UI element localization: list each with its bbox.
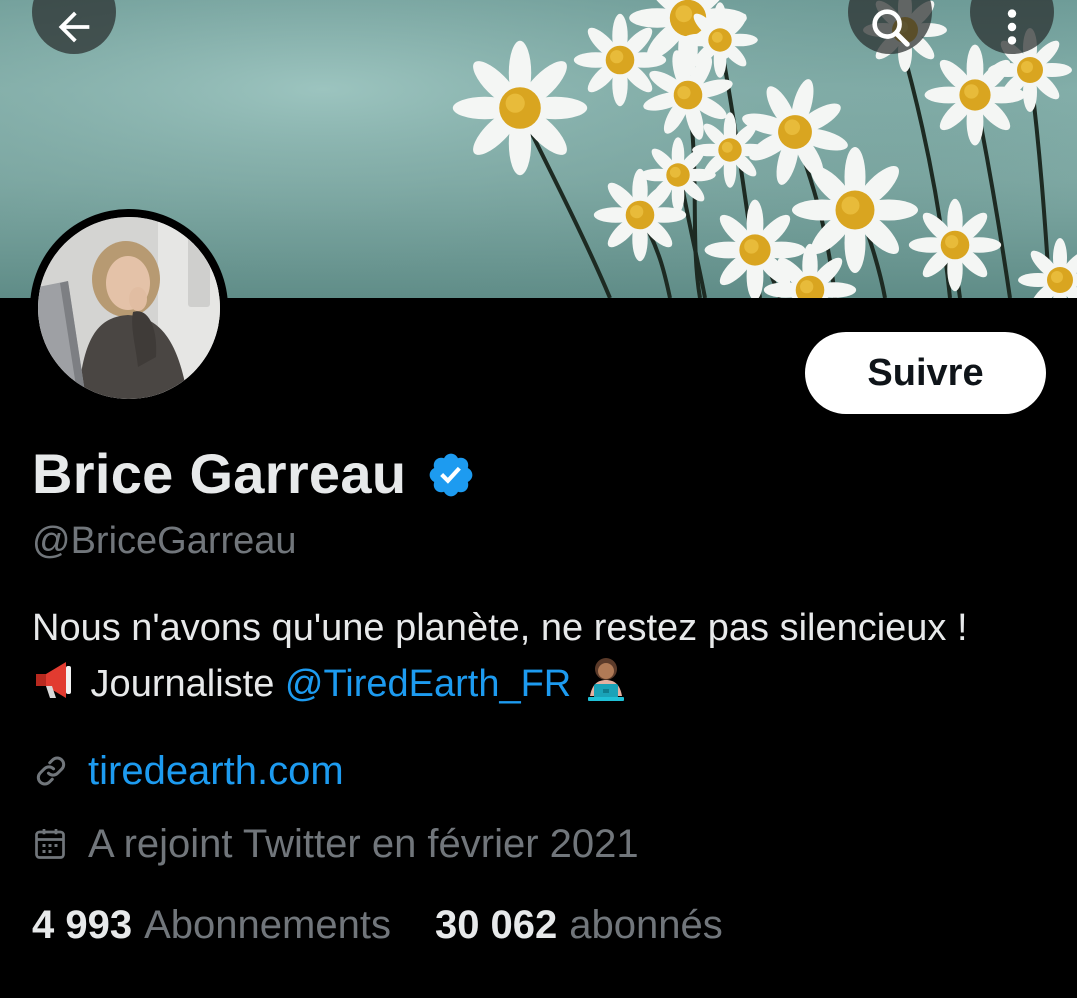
link-icon (36, 756, 66, 786)
bio-text-1: Nous n'avons qu'une planète, ne restez p… (32, 607, 968, 649)
followers-label: abonnés (569, 903, 723, 947)
follow-button[interactable]: Suivre (805, 332, 1046, 414)
website-link[interactable]: tiredearth.com (88, 749, 344, 794)
profile-handle: @BriceGarreau (32, 520, 297, 562)
following-stat-link[interactable]: 4 993 Abonnements (32, 903, 391, 948)
avatar-photo (38, 217, 220, 399)
profile-name-row: Brice Garreau (32, 440, 476, 506)
calendar-icon (35, 829, 65, 859)
arrow-left-icon (58, 11, 90, 43)
technologist-emoji (582, 656, 630, 718)
profile-bio: Nous n'avons qu'une planète, ne restez p… (32, 600, 992, 718)
more-vertical-icon (1007, 9, 1017, 45)
search-icon (872, 9, 910, 47)
followers-count: 30 062 (434, 903, 558, 947)
following-label: Abonnements (144, 903, 391, 947)
loudspeaker-emoji (32, 658, 80, 718)
profile-avatar[interactable] (30, 209, 228, 407)
display-name: Brice Garreau (32, 441, 407, 505)
joined-date: A rejoint Twitter en février 2021 (88, 821, 639, 866)
following-count: 4 993 (32, 903, 133, 947)
bio-text-2: Journaliste (80, 663, 285, 705)
verified-badge-icon[interactable] (426, 450, 476, 500)
profile-website-row: tiredearth.com (32, 745, 344, 797)
followers-stat-link[interactable]: 30 062 abonnés (435, 903, 723, 948)
profile-joined-row: A rejoint Twitter en février 2021 (32, 818, 639, 870)
profile-stats: 4 993 Abonnements 30 062 abonnés (32, 903, 723, 948)
bio-mention-link[interactable]: @TiredEarth_FR (285, 663, 571, 705)
